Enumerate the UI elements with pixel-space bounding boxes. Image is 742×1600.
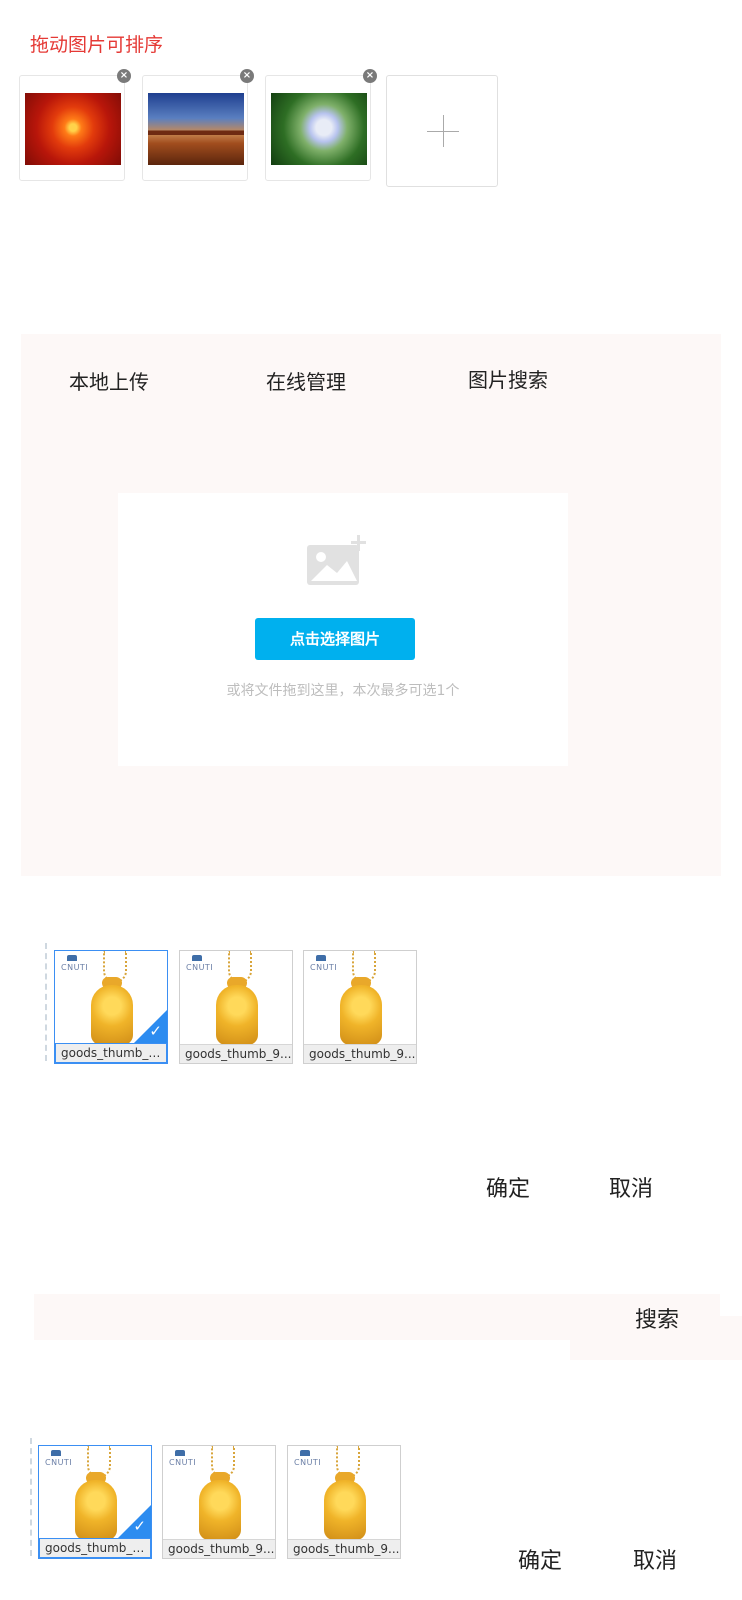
- brand-logo: CNUTI: [294, 1458, 322, 1467]
- brand-logo-icon: [300, 1450, 310, 1456]
- search-item-1[interactable]: CNUTI ✓ goods_thumb_9...: [38, 1445, 152, 1559]
- tab-local-upload[interactable]: 本地上传: [69, 366, 149, 395]
- add-image-button[interactable]: [386, 75, 498, 187]
- brand-logo: CNUTI: [310, 963, 338, 972]
- confirm-button[interactable]: 确定: [486, 1171, 530, 1203]
- delete-image-icon[interactable]: ×: [240, 69, 254, 83]
- brand-logo: CNUTI: [169, 1458, 197, 1467]
- gold-pendant-image: [199, 1480, 241, 1540]
- online-item-1[interactable]: CNUTI ✓ goods_thumb_9...: [54, 950, 168, 1064]
- item-caption: goods_thumb_9...: [39, 1538, 151, 1558]
- scroll-guide: [45, 943, 47, 1061]
- confirm-button[interactable]: 确定: [518, 1543, 562, 1575]
- desert-image: [148, 93, 244, 165]
- item-caption: goods_thumb_9...: [55, 1043, 167, 1063]
- gold-pendant-image: [324, 1480, 366, 1540]
- cancel-button[interactable]: 取消: [633, 1543, 677, 1575]
- hydrangea-image: [271, 93, 367, 165]
- delete-image-icon[interactable]: ×: [117, 69, 131, 83]
- search-item-3[interactable]: CNUTI goods_thumb_9...: [287, 1445, 401, 1559]
- gold-pendant-image: [75, 1480, 117, 1540]
- delete-image-icon[interactable]: ×: [363, 69, 377, 83]
- scroll-guide: [30, 1438, 32, 1556]
- brand-logo-icon: [67, 955, 77, 961]
- sortable-image-3[interactable]: ×: [265, 69, 377, 181]
- brand-logo-icon: [316, 955, 326, 961]
- brand-logo-icon: [175, 1450, 185, 1456]
- online-item-3[interactable]: CNUTI goods_thumb_9...: [303, 950, 417, 1064]
- item-caption: goods_thumb_9...: [304, 1044, 416, 1063]
- brand-logo: CNUTI: [45, 1458, 73, 1467]
- brand-logo: CNUTI: [186, 963, 214, 972]
- online-item-2[interactable]: CNUTI goods_thumb_9...: [179, 950, 293, 1064]
- choose-image-button[interactable]: 点击选择图片: [255, 618, 415, 660]
- flower-image: [25, 93, 121, 165]
- check-icon: ✓: [149, 1022, 162, 1040]
- item-caption: goods_thumb_9...: [288, 1539, 400, 1558]
- brand-logo: CNUTI: [61, 963, 89, 972]
- sortable-image-1[interactable]: ×: [19, 69, 131, 181]
- drop-hint: 或将文件拖到这里，本次最多可选1个: [226, 683, 460, 699]
- tab-image-search[interactable]: 图片搜索: [468, 364, 548, 393]
- image-upload-icon: [307, 535, 366, 585]
- gold-pendant-image: [340, 985, 382, 1045]
- gold-pendant-image: [216, 985, 258, 1045]
- check-icon: ✓: [133, 1517, 146, 1535]
- item-caption: goods_thumb_9...: [163, 1539, 275, 1558]
- search-button[interactable]: 搜索: [635, 1302, 679, 1334]
- plus-icon: [443, 115, 444, 147]
- tab-online-manage[interactable]: 在线管理: [266, 366, 346, 395]
- item-caption: goods_thumb_9...: [180, 1044, 292, 1063]
- cancel-button[interactable]: 取消: [609, 1171, 653, 1203]
- brand-logo-icon: [192, 955, 202, 961]
- brand-logo-icon: [51, 1450, 61, 1456]
- search-item-2[interactable]: CNUTI goods_thumb_9...: [162, 1445, 276, 1559]
- sortable-image-2[interactable]: ×: [142, 69, 254, 181]
- sortable-title: 拖动图片可排序: [30, 34, 164, 56]
- gold-pendant-image: [91, 985, 133, 1045]
